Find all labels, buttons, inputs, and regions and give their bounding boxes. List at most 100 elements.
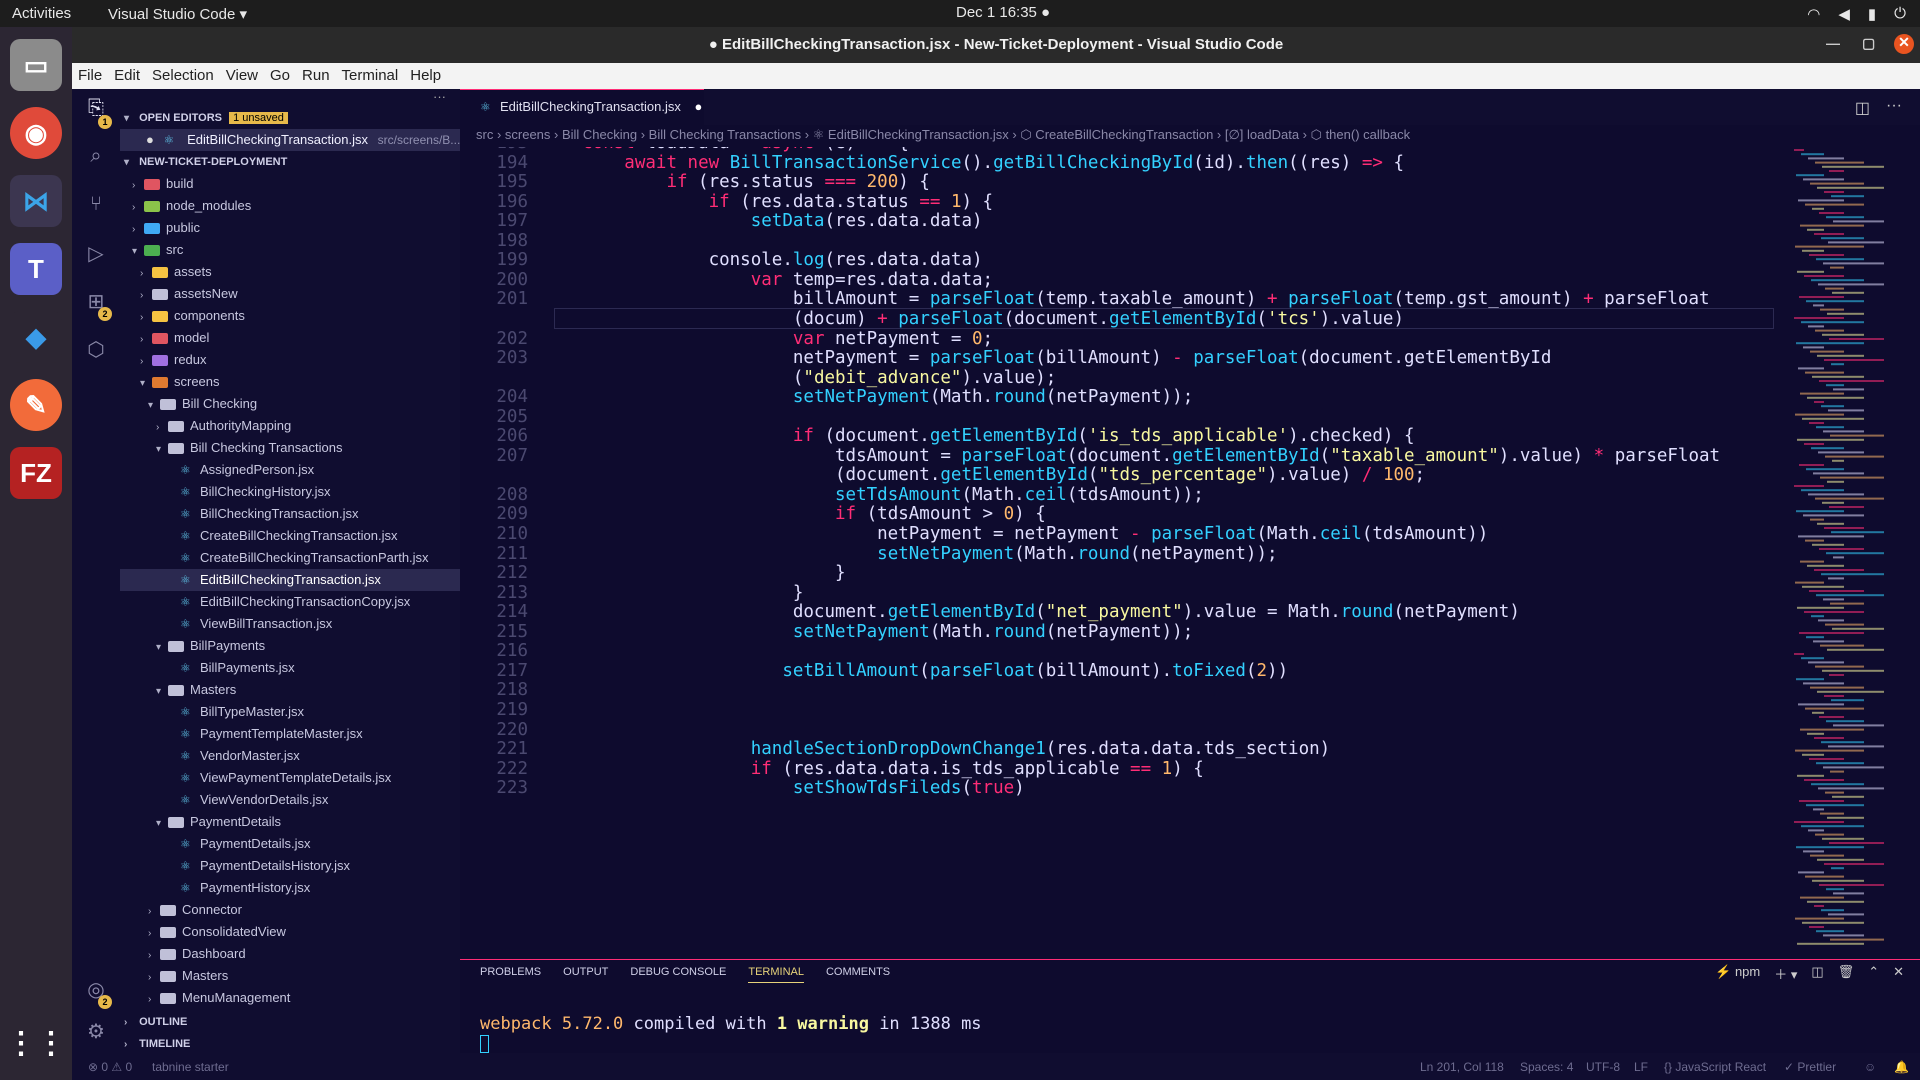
teams-icon[interactable]: T	[10, 243, 62, 295]
app-menu[interactable]: Visual Studio Code ▾	[108, 5, 247, 23]
settings-gear-icon[interactable]: ⚙	[84, 1019, 108, 1043]
folder-item[interactable]: › ConsolidatedView	[120, 921, 460, 943]
dolphin-icon[interactable]: ◆	[10, 311, 62, 363]
feedback-icon[interactable]: ☺	[1864, 1060, 1876, 1074]
panel-tab-output[interactable]: OUTPUT	[563, 966, 608, 983]
open-editor-item[interactable]: ● ⚛ EditBillCheckingTransaction.jsx src/…	[120, 129, 460, 151]
panel-tab-debug-console[interactable]: DEBUG CONSOLE	[630, 966, 726, 983]
dirty-dot-icon[interactable]: ●	[695, 99, 703, 114]
folder-item[interactable]: › Dashboard	[120, 943, 460, 965]
menu-file[interactable]: File	[72, 63, 108, 89]
file-item[interactable]: ⚛ ViewBillTransaction.jsx	[120, 613, 460, 635]
tabnine-status[interactable]: tabnine starter	[152, 1060, 229, 1074]
menu-view[interactable]: View	[220, 63, 264, 89]
open-editors-section[interactable]: ▾ OPEN EDITORS 1 unsaved	[120, 107, 460, 129]
prettier-status[interactable]: ✓ Prettier	[1784, 1060, 1836, 1074]
split-editor-icon[interactable]: ◫	[1855, 98, 1870, 118]
file-item[interactable]: ⚛ CreateBillCheckingTransactionParth.jsx	[120, 547, 460, 569]
encoding[interactable]: UTF-8	[1586, 1060, 1620, 1074]
file-item[interactable]: ⚛ BillCheckingHistory.jsx	[120, 481, 460, 503]
folder-item[interactable]: › assets	[120, 261, 460, 283]
folder-item[interactable]: › AuthorityMapping	[120, 415, 460, 437]
menu-edit[interactable]: Edit	[108, 63, 146, 89]
menu-help[interactable]: Help	[404, 63, 447, 89]
panel-tab-terminal[interactable]: TERMINAL	[748, 966, 804, 983]
file-item[interactable]: ⚛ PaymentDetails.jsx	[120, 833, 460, 855]
file-item[interactable]: ⚛ VendorMaster.jsx	[120, 745, 460, 767]
indentation[interactable]: Spaces: 4	[1520, 1060, 1573, 1074]
show-apps-icon[interactable]: ⋮⋮	[6, 1017, 66, 1069]
timeline-section[interactable]: › TIMELINE	[120, 1033, 460, 1053]
more-actions-icon[interactable]: ···	[433, 89, 446, 104]
file-item[interactable]: ⚛ BillCheckingTransaction.jsx	[120, 503, 460, 525]
folder-item[interactable]: › public	[120, 217, 460, 239]
outline-section[interactable]: › OUTLINE	[120, 1011, 460, 1033]
system-tray[interactable]: ◠ ◀ ▮ ⏻	[1807, 5, 1906, 23]
folder-item[interactable]: › redux	[120, 349, 460, 371]
file-item[interactable]: ⚛ BillTypeMaster.jsx	[120, 701, 460, 723]
menu-terminal[interactable]: Terminal	[336, 63, 405, 89]
files-icon[interactable]: ▭	[10, 39, 62, 91]
close-icon[interactable]: ✕	[1894, 34, 1914, 54]
split-terminal-icon[interactable]: ◫	[1811, 964, 1823, 983]
more-actions-icon[interactable]: ···	[1886, 97, 1902, 115]
postman-icon[interactable]: ✎	[10, 379, 62, 431]
panel-tab-problems[interactable]: PROBLEMS	[480, 966, 541, 983]
line-ending[interactable]: LF	[1634, 1060, 1648, 1074]
file-item[interactable]: ⚛ PaymentTemplateMaster.jsx	[120, 723, 460, 745]
minimize-icon[interactable]: —	[1826, 35, 1840, 51]
panel-tab-comments[interactable]: COMMENTS	[826, 966, 890, 983]
file-item[interactable]: ⚛ CreateBillCheckingTransaction.jsx	[120, 525, 460, 547]
file-item[interactable]: ⚛ PaymentHistory.jsx	[120, 877, 460, 899]
folder-item[interactable]: ▾ src	[120, 239, 460, 261]
remote-explorer-icon[interactable]: ⬡	[84, 337, 108, 361]
code-editor[interactable]: 193 const loadData = async (e) => {194 a…	[460, 147, 1780, 959]
terminal-shell-label[interactable]: ⚡ npm	[1715, 964, 1760, 983]
project-section[interactable]: ▾ NEW-TICKET-DEPLOYMENT	[120, 151, 460, 173]
file-item[interactable]: ⚛ ViewVendorDetails.jsx	[120, 789, 460, 811]
problems-status[interactable]: ⊗ 0 ⚠ 0	[88, 1060, 132, 1074]
folder-item[interactable]: ▾ screens	[120, 371, 460, 393]
editor-tab-active[interactable]: ⚛ EditBillCheckingTransaction.jsx ●	[460, 89, 704, 125]
menu-run[interactable]: Run	[296, 63, 336, 89]
trash-icon[interactable]: 🗑	[1838, 964, 1855, 983]
file-item[interactable]: ⚛ EditBillCheckingTransactionCopy.jsx	[120, 591, 460, 613]
file-item[interactable]: ⚛ AssignedPerson.jsx	[120, 459, 460, 481]
maximize-icon[interactable]: ▢	[1862, 35, 1875, 52]
menu-selection[interactable]: Selection	[146, 63, 220, 89]
terminal-output[interactable]: webpack 5.72.0 compiled with 1 warning i…	[480, 1014, 982, 1054]
activities-button[interactable]: Activities	[12, 5, 71, 22]
maximize-panel-icon[interactable]: ⌃	[1868, 964, 1879, 983]
folder-item[interactable]: › Masters	[120, 965, 460, 987]
folder-item[interactable]: › Connector	[120, 899, 460, 921]
folder-item[interactable]: › assetsNew	[120, 283, 460, 305]
folder-item[interactable]: › MenuManagement	[120, 987, 460, 1009]
file-item[interactable]: ⚛ EditBillCheckingTransaction.jsx	[120, 569, 460, 591]
folder-item[interactable]: › node_modules	[120, 195, 460, 217]
source-control-icon[interactable]: ⑂	[84, 193, 108, 217]
folder-item[interactable]: ▾ Masters	[120, 679, 460, 701]
minimap[interactable]	[1790, 147, 1920, 959]
folder-item[interactable]: ▾ Bill Checking Transactions	[120, 437, 460, 459]
menu-go[interactable]: Go	[264, 63, 296, 89]
close-panel-icon[interactable]: ✕	[1893, 964, 1904, 983]
file-item[interactable]: ⚛ ViewPaymentTemplateDetails.jsx	[120, 767, 460, 789]
filezilla-icon[interactable]: FZ	[10, 447, 62, 499]
search-icon[interactable]: ⌕	[84, 145, 108, 169]
language-mode[interactable]: {} JavaScript React	[1664, 1060, 1766, 1074]
file-item[interactable]: ⚛ PaymentDetailsHistory.jsx	[120, 855, 460, 877]
folder-item[interactable]: › components	[120, 305, 460, 327]
file-item[interactable]: ⚛ BillPayments.jsx	[120, 657, 460, 679]
folder-item[interactable]: ▾ Bill Checking	[120, 393, 460, 415]
new-terminal-icon[interactable]: ＋ ▾	[1774, 964, 1797, 983]
folder-item[interactable]: › build	[120, 173, 460, 195]
cursor-position[interactable]: Ln 201, Col 118	[1420, 1060, 1504, 1074]
chrome-icon[interactable]: ◉	[10, 107, 62, 159]
notifications-icon[interactable]: 🔔	[1894, 1060, 1909, 1074]
folder-item[interactable]: ▾ BillPayments	[120, 635, 460, 657]
clock[interactable]: Dec 1 16:35 ●	[956, 4, 1050, 21]
run-debug-icon[interactable]: ▷	[84, 241, 108, 265]
folder-item[interactable]: ▾ PaymentDetails	[120, 811, 460, 833]
breadcrumb[interactable]: src › screens › Bill Checking › Bill Che…	[476, 127, 1410, 147]
vscode-icon[interactable]: ⋈	[10, 175, 62, 227]
